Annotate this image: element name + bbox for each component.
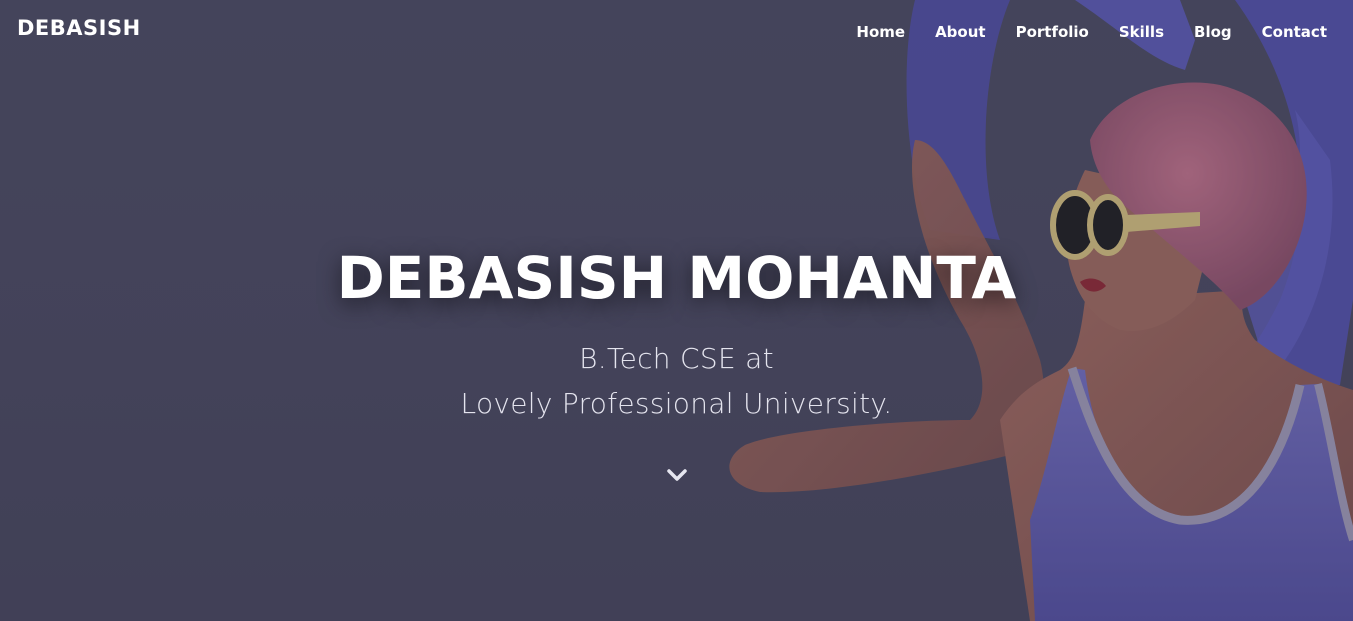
nav-item-home[interactable]: Home: [856, 23, 905, 41]
chevron-down-icon[interactable]: [666, 466, 688, 486]
hero-section: Debasish Home About Portfolio Skills Blo…: [0, 0, 1353, 621]
nav-item-skills[interactable]: Skills: [1119, 23, 1164, 41]
nav-item-about[interactable]: About: [935, 23, 986, 41]
hero-subtitle-line1: B.Tech CSE at: [579, 342, 774, 375]
site-logo[interactable]: Debasish: [17, 16, 141, 40]
hero-subtitle: B.Tech CSE at Lovely Professional Univer…: [0, 336, 1353, 426]
nav-item-contact[interactable]: Contact: [1262, 23, 1327, 41]
hero-title: DEBASISH MOHANTA: [336, 244, 1017, 312]
main-nav: Home About Portfolio Skills Blog Contact: [856, 23, 1327, 41]
nav-item-portfolio[interactable]: Portfolio: [1016, 23, 1089, 41]
hero-content: DEBASISH MOHANTA B.Tech CSE at Lovely Pr…: [0, 242, 1353, 426]
nav-item-blog[interactable]: Blog: [1194, 23, 1232, 41]
hero-subtitle-line2: Lovely Professional University.: [460, 387, 893, 420]
